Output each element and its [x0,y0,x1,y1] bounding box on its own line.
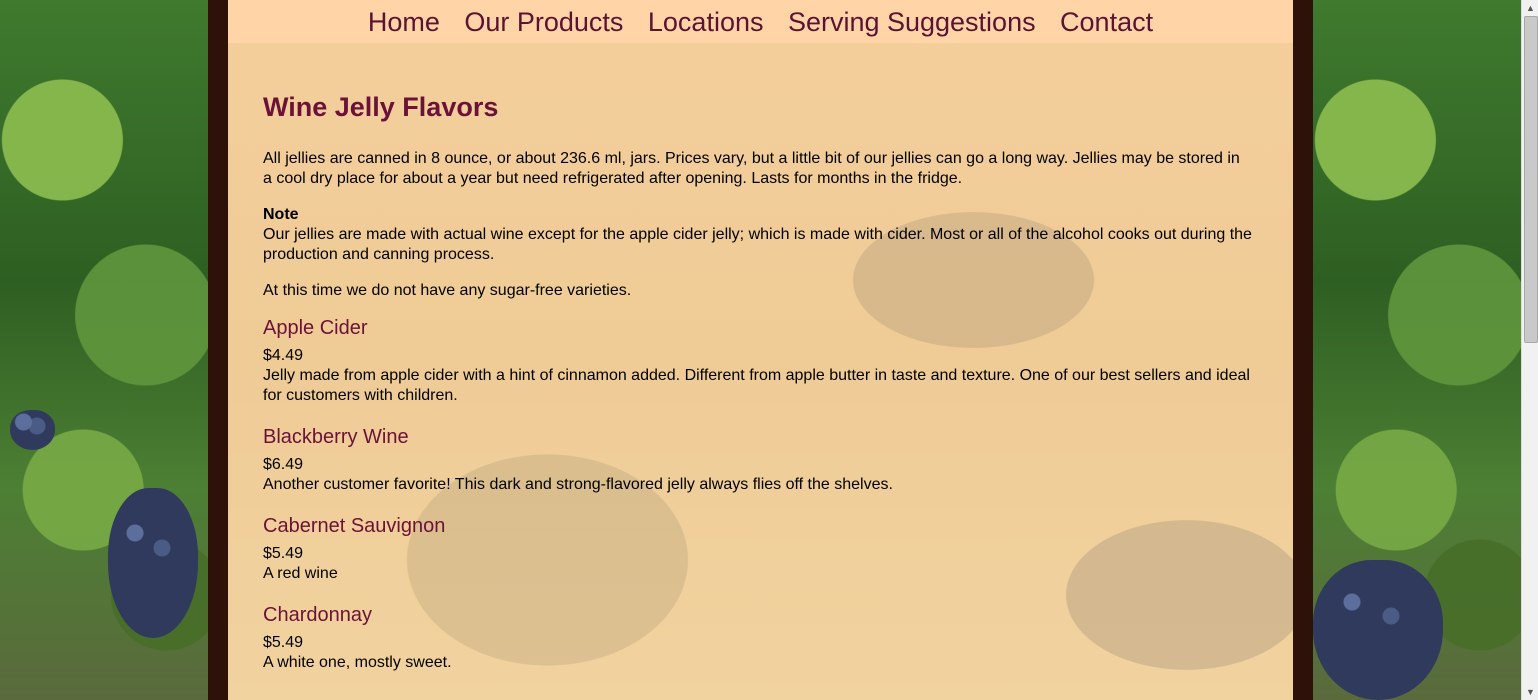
note-title: Note [263,206,299,223]
note-text: Our jellies are made with actual wine ex… [263,226,1252,263]
content-panel: Home Our Products Locations Serving Sugg… [228,0,1293,700]
grape-cluster-image [108,488,198,638]
product-name: Blackberry Wine [263,426,409,448]
product-price: $4.49 [263,347,304,364]
scrollbar-thumb[interactable] [1524,16,1538,343]
nav-serving-suggestions-link[interactable]: Serving Suggestions [788,0,1036,45]
sugar-free-paragraph: At this time we do not have any sugar-fr… [263,282,632,299]
product-price: $5.49 [263,545,304,562]
product-name: Chardonnay [263,604,372,626]
nav-home-link[interactable]: Home [368,0,440,45]
scroll-up-arrow-icon[interactable]: ▲ [1522,0,1538,16]
main-navigation: Home Our Products Locations Serving Sugg… [228,0,1293,43]
product-item: Blackberry Wine $6.49 Another customer f… [263,426,1253,495]
product-description: A red wine [263,565,338,582]
product-item: Cabernet Sauvignon $5.49 A red wine [263,515,1253,584]
vineyard-right-background [1313,0,1521,700]
nav-contact-link[interactable]: Contact [1060,0,1153,45]
product-item: Chardonnay $5.49 A white one, mostly swe… [263,604,1253,673]
grape-cluster-image [10,410,55,450]
product-name: Cabernet Sauvignon [263,515,446,537]
product-description: Jelly made from apple cider with a hint … [263,367,1250,404]
vineyard-left-background [0,0,208,700]
grape-cluster-image [1313,560,1443,700]
product-name: Apple Cider [263,317,368,339]
nav-locations-link[interactable]: Locations [648,0,764,45]
note-paragraph: Note Our jellies are made with actual wi… [263,205,1253,265]
nav-our-products-link[interactable]: Our Products [464,0,623,45]
product-price: $6.49 [263,456,304,473]
vertical-scrollbar[interactable]: ▲ ▼ [1521,0,1538,700]
product-item: Apple Cider $4.49 Jelly made from apple … [263,317,1253,406]
product-description: A white one, mostly sweet. [263,654,452,671]
intro-paragraph: All jellies are canned in 8 ounce, or ab… [263,150,1240,187]
product-description: Another customer favorite! This dark and… [263,476,893,493]
scroll-down-arrow-icon[interactable]: ▼ [1522,684,1538,700]
page-title: Wine Jelly Flavors [263,92,499,122]
product-price: $5.49 [263,634,304,651]
main-content: Wine Jelly Flavors All jellies are canne… [263,92,1253,673]
